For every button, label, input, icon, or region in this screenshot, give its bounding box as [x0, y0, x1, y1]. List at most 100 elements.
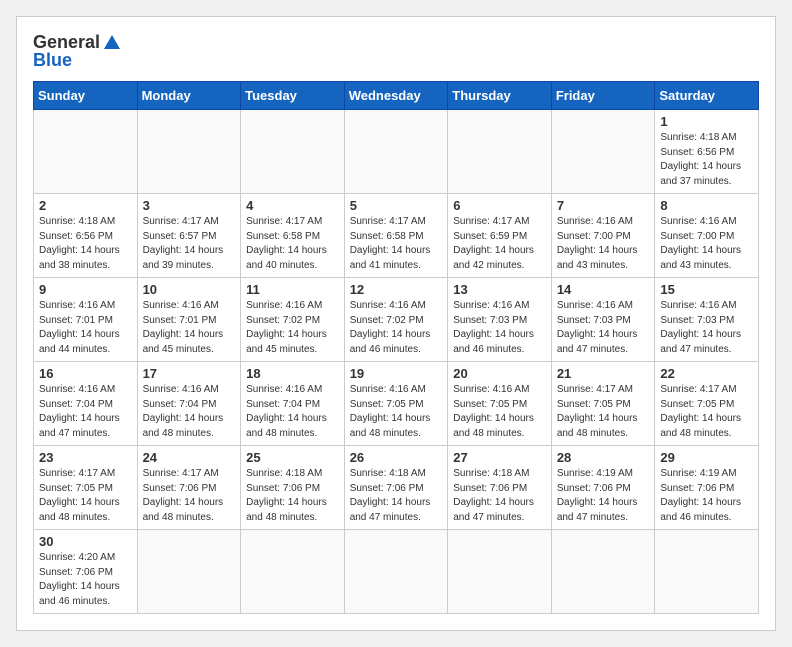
cell-sun-info: Sunrise: 4:17 AM Sunset: 7:05 PM Dayligh… — [39, 467, 132, 525]
calendar-cell: 8Sunrise: 4:16 AM Sunset: 7:00 PM Daylig… — [655, 194, 759, 278]
calendar-cell: 17 Sunrise: 4:16 AM Sunset: 7:04 PM Dayli… — [137, 362, 241, 446]
calendar-cell — [448, 530, 552, 614]
calendar-cell: 11 Sunrise: 4:16 AM Sunset: 7:02 PM Dayli… — [241, 278, 345, 362]
day-number: 15 — [660, 282, 753, 297]
calendar-cell: 21 Sunrise: 4:17 AM Sunset: 7:05 PM Dayli… — [551, 362, 655, 446]
day-number: 13 — [453, 282, 546, 297]
calendar-cell: 18 Sunrise: 4:16 AM Sunset: 7:04 PM Dayli… — [241, 362, 345, 446]
day-number: 17 — [143, 366, 236, 381]
cell-sun-info: Sunrise: 4:18 AM Sunset: 7:06 PM Dayligh… — [350, 467, 443, 525]
logo-blue-text: Blue — [33, 51, 72, 69]
calendar-cell: 2 Sunrise: 4:18 AM Sunset: 6:56 PM Daylig… — [34, 194, 138, 278]
cell-sun-info: Sunrise: 4:17 AM Sunset: 7:05 PM Dayligh… — [660, 383, 753, 441]
weekday-header-thursday: Thursday — [448, 82, 552, 110]
logo-general-text: General — [33, 33, 100, 51]
cell-sun-info: Sunrise: 4:16 AM Sunset: 7:02 PM Dayligh… — [350, 299, 443, 357]
weekday-header-row: SundayMondayTuesdayWednesdayThursdayFrid… — [34, 82, 759, 110]
calendar-cell — [344, 530, 448, 614]
calendar-container: General Blue SundayMondayTuesdayWednesda… — [16, 16, 776, 631]
day-number: 22 — [660, 366, 753, 381]
weekday-header-sunday: Sunday — [34, 82, 138, 110]
cell-sun-info: Sunrise: 4:17 AM Sunset: 6:59 PM Dayligh… — [453, 215, 546, 273]
calendar-cell: 7 Sunrise: 4:16 AM Sunset: 7:00 PM Daylig… — [551, 194, 655, 278]
cell-sun-info: Sunrise: 4:17 AM Sunset: 7:05 PM Dayligh… — [557, 383, 650, 441]
cell-sun-info: Sunrise: 4:16 AM Sunset: 7:01 PM Dayligh… — [143, 299, 236, 357]
day-number: 12 — [350, 282, 443, 297]
cell-sun-info: Sunrise: 4:16 AM Sunset: 7:05 PM Dayligh… — [350, 383, 443, 441]
weekday-header-tuesday: Tuesday — [241, 82, 345, 110]
cell-sun-info: Sunrise: 4:17 AM Sunset: 6:58 PM Dayligh… — [246, 215, 339, 273]
day-number: 28 — [557, 450, 650, 465]
cell-sun-info: Sunrise: 4:16 AM Sunset: 7:04 PM Dayligh… — [143, 383, 236, 441]
calendar-cell — [34, 110, 138, 194]
day-number: 19 — [350, 366, 443, 381]
calendar-cell: 12 Sunrise: 4:16 AM Sunset: 7:02 PM Dayli… — [344, 278, 448, 362]
cell-sun-info: Sunrise: 4:16 AM Sunset: 7:04 PM Dayligh… — [39, 383, 132, 441]
calendar-cell: 14Sunrise: 4:16 AM Sunset: 7:03 PM Dayli… — [551, 278, 655, 362]
calendar-cell: 26Sunrise: 4:18 AM Sunset: 7:06 PM Dayli… — [344, 446, 448, 530]
day-number: 24 — [143, 450, 236, 465]
calendar-cell: 20Sunrise: 4:16 AM Sunset: 7:05 PM Dayli… — [448, 362, 552, 446]
weekday-header-wednesday: Wednesday — [344, 82, 448, 110]
calendar-cell: 1Sunrise: 4:18 AM Sunset: 6:56 PM Daylig… — [655, 110, 759, 194]
cell-sun-info: Sunrise: 4:16 AM Sunset: 7:04 PM Dayligh… — [246, 383, 339, 441]
calendar-cell — [137, 530, 241, 614]
cell-sun-info: Sunrise: 4:16 AM Sunset: 7:01 PM Dayligh… — [39, 299, 132, 357]
calendar-cell: 19 Sunrise: 4:16 AM Sunset: 7:05 PM Dayli… — [344, 362, 448, 446]
calendar-cell: 16 Sunrise: 4:16 AM Sunset: 7:04 PM Dayli… — [34, 362, 138, 446]
day-number: 7 — [557, 198, 650, 213]
weekday-header-friday: Friday — [551, 82, 655, 110]
calendar-cell — [241, 530, 345, 614]
day-number: 11 — [246, 282, 339, 297]
day-number: 21 — [557, 366, 650, 381]
cell-sun-info: Sunrise: 4:19 AM Sunset: 7:06 PM Dayligh… — [557, 467, 650, 525]
calendar-cell — [551, 110, 655, 194]
day-number: 27 — [453, 450, 546, 465]
day-number: 30 — [39, 534, 132, 549]
calendar-cell: 9 Sunrise: 4:16 AM Sunset: 7:01 PM Daylig… — [34, 278, 138, 362]
calendar-week-5: 30 Sunrise: 4:20 AM Sunset: 7:06 PM Dayli… — [34, 530, 759, 614]
calendar-cell: 25Sunrise: 4:18 AM Sunset: 7:06 PM Dayli… — [241, 446, 345, 530]
weekday-header-monday: Monday — [137, 82, 241, 110]
calendar-week-3: 16 Sunrise: 4:16 AM Sunset: 7:04 PM Dayli… — [34, 362, 759, 446]
calendar-week-0: 1Sunrise: 4:18 AM Sunset: 6:56 PM Daylig… — [34, 110, 759, 194]
calendar-cell — [551, 530, 655, 614]
cell-sun-info: Sunrise: 4:18 AM Sunset: 6:56 PM Dayligh… — [39, 215, 132, 273]
calendar-cell — [448, 110, 552, 194]
day-number: 8 — [660, 198, 753, 213]
calendar-cell: 5 Sunrise: 4:17 AM Sunset: 6:58 PM Daylig… — [344, 194, 448, 278]
day-number: 2 — [39, 198, 132, 213]
cell-sun-info: Sunrise: 4:20 AM Sunset: 7:06 PM Dayligh… — [39, 551, 132, 609]
cell-sun-info: Sunrise: 4:17 AM Sunset: 6:57 PM Dayligh… — [143, 215, 236, 273]
calendar-cell — [137, 110, 241, 194]
cell-sun-info: Sunrise: 4:19 AM Sunset: 7:06 PM Dayligh… — [660, 467, 753, 525]
calendar-thead: SundayMondayTuesdayWednesdayThursdayFrid… — [34, 82, 759, 110]
day-number: 29 — [660, 450, 753, 465]
calendar-cell — [241, 110, 345, 194]
cell-sun-info: Sunrise: 4:16 AM Sunset: 7:03 PM Dayligh… — [453, 299, 546, 357]
calendar-cell: 24Sunrise: 4:17 AM Sunset: 7:06 PM Dayli… — [137, 446, 241, 530]
cell-sun-info: Sunrise: 4:16 AM Sunset: 7:02 PM Dayligh… — [246, 299, 339, 357]
day-number: 25 — [246, 450, 339, 465]
calendar-cell: 10 Sunrise: 4:16 AM Sunset: 7:01 PM Dayli… — [137, 278, 241, 362]
calendar-week-2: 9 Sunrise: 4:16 AM Sunset: 7:01 PM Daylig… — [34, 278, 759, 362]
calendar-table: SundayMondayTuesdayWednesdayThursdayFrid… — [33, 81, 759, 614]
cell-sun-info: Sunrise: 4:18 AM Sunset: 6:56 PM Dayligh… — [660, 131, 753, 189]
calendar-cell: 6Sunrise: 4:17 AM Sunset: 6:59 PM Daylig… — [448, 194, 552, 278]
calendar-cell: 3 Sunrise: 4:17 AM Sunset: 6:57 PM Daylig… — [137, 194, 241, 278]
cell-sun-info: Sunrise: 4:16 AM Sunset: 7:00 PM Dayligh… — [557, 215, 650, 273]
day-number: 18 — [246, 366, 339, 381]
calendar-cell: 13 Sunrise: 4:16 AM Sunset: 7:03 PM Dayli… — [448, 278, 552, 362]
day-number: 16 — [39, 366, 132, 381]
calendar-cell: 29 Sunrise: 4:19 AM Sunset: 7:06 PM Dayli… — [655, 446, 759, 530]
day-number: 3 — [143, 198, 236, 213]
day-number: 10 — [143, 282, 236, 297]
day-number: 9 — [39, 282, 132, 297]
cell-sun-info: Sunrise: 4:17 AM Sunset: 6:58 PM Dayligh… — [350, 215, 443, 273]
calendar-cell: 28 Sunrise: 4:19 AM Sunset: 7:06 PM Dayli… — [551, 446, 655, 530]
calendar-cell: 27Sunrise: 4:18 AM Sunset: 7:06 PM Dayli… — [448, 446, 552, 530]
weekday-header-saturday: Saturday — [655, 82, 759, 110]
calendar-cell: 23Sunrise: 4:17 AM Sunset: 7:05 PM Dayli… — [34, 446, 138, 530]
day-number: 5 — [350, 198, 443, 213]
calendar-cell: 30 Sunrise: 4:20 AM Sunset: 7:06 PM Dayli… — [34, 530, 138, 614]
